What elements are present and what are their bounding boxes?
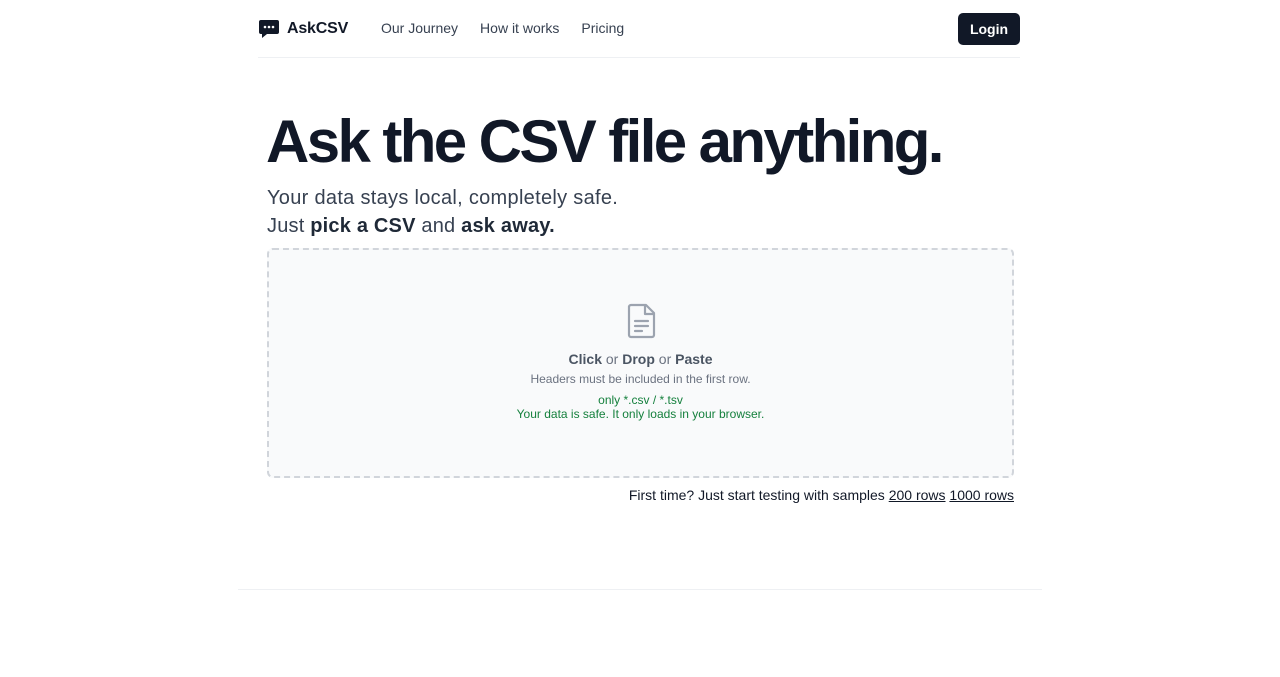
subtitle-middle: and: [421, 215, 456, 237]
brand-name: AskCSV: [287, 20, 349, 37]
chat-bubble-logo-icon: [259, 20, 279, 38]
subtitle-emphasis-pick: pick a CSV: [310, 215, 416, 237]
samples-row: First time? Just start testing with samp…: [629, 486, 1014, 504]
sample-1000-rows-link[interactable]: 1000 rows: [949, 487, 1014, 503]
hero-subtitle-line2: Just pick a CSV and ask away.: [267, 213, 555, 239]
nav-how-it-works[interactable]: How it works: [480, 19, 559, 37]
dropzone-or-2: or: [658, 351, 672, 367]
dropzone-hint: Headers must be included in the first ro…: [530, 372, 751, 386]
csv-dropzone[interactable]: Click or Drop or Paste Headers must be i…: [267, 248, 1014, 478]
dropzone-safety-note: Your data is safe. It only loads in your…: [516, 407, 765, 421]
dropzone-paste-label: Paste: [675, 351, 713, 367]
subtitle-emphasis-ask: ask away.: [461, 215, 555, 237]
nav-pricing[interactable]: Pricing: [581, 19, 624, 37]
dropzone-drop-label: Drop: [622, 351, 655, 367]
document-icon: [627, 303, 656, 339]
hero-title: Ask the CSV file anything.: [266, 108, 944, 175]
subtitle-prefix: Just: [267, 215, 305, 237]
dropzone-actions: Click or Drop or Paste: [269, 350, 1012, 368]
site-header: AskCSV Our Journey How it works Pricing …: [258, 0, 1020, 58]
dropzone-file-types: only *.csv / *.tsv: [598, 393, 683, 407]
hero-subtitle-line1: Your data stays local, completely safe.: [267, 187, 619, 209]
dropzone-or-1: or: [605, 351, 619, 367]
main-nav: Our Journey How it works Pricing: [381, 19, 646, 37]
login-button[interactable]: Login: [958, 13, 1020, 45]
samples-prompt: First time? Just start testing with samp…: [628, 487, 885, 503]
footer-divider: [238, 589, 1042, 590]
sample-200-rows-link[interactable]: 200 rows: [889, 487, 946, 503]
brand-logo-link[interactable]: AskCSV: [258, 18, 348, 40]
nav-our-journey[interactable]: Our Journey: [381, 19, 458, 37]
dropzone-click-label: Click: [568, 351, 602, 367]
